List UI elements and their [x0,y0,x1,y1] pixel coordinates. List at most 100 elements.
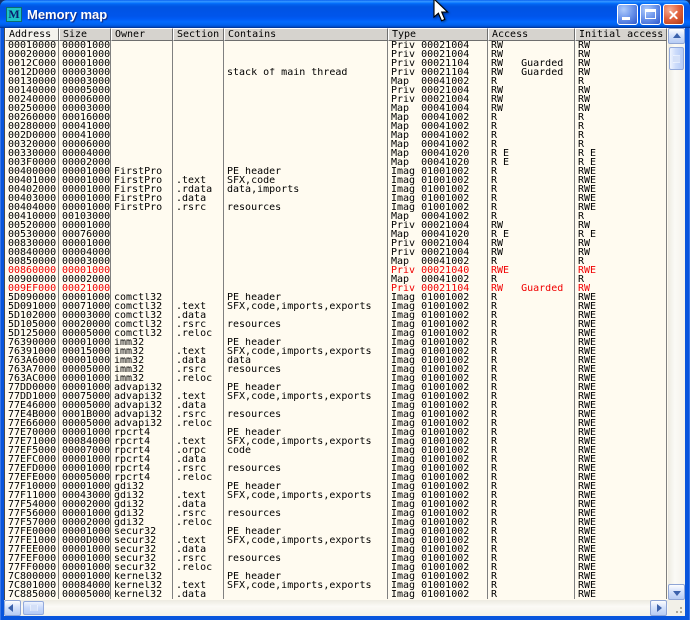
cell-section [173,59,224,68]
table-row[interactable]: 77E4B0000001B000advapi32.rsrcresourcesIm… [5,410,667,419]
table-row[interactable]: 77FE000000001000secur32PE headerImag 010… [5,527,667,536]
cell-access: R E [488,149,575,158]
titlebar[interactable]: M Memory map [0,0,690,28]
cell-access: R [488,302,575,311]
column-header-contains[interactable]: Contains [224,28,388,41]
table-row[interactable]: 77EFC00000001000rpcrt4.dataImag 01001002… [5,455,667,464]
column-header-address[interactable]: Address [5,28,59,41]
table-row[interactable]: 7639000000001000imm32PE headerImag 01001… [5,338,667,347]
table-row[interactable]: 0013000000003000Map 00041002RR [5,77,667,86]
cell-address: 77F57000 [5,518,59,527]
table-row[interactable]: 0053000000076000Map 00041020R ER E [5,230,667,239]
table-row[interactable]: 0085000000003000Map 00041002RR [5,257,667,266]
table-row[interactable]: 0032000000006000Map 00041002RR [5,140,667,149]
table-row[interactable]: 763A700000005000imm32.rsrcresourcesImag … [5,365,667,374]
table-row[interactable]: 763AC00000001000imm32.relocImag 01001002… [5,374,667,383]
table-row[interactable]: 7C80000000001000kernel32PE headerImag 01… [5,572,667,581]
table-row[interactable]: 0052000000001000Priv 00021004RWRW [5,221,667,230]
table-row[interactable]: 0028000000041000Map 00041002RR [5,122,667,131]
table-row[interactable]: 7C88500000005000kernel32.dataImag 010010… [5,590,667,599]
table-row[interactable]: 77F1000000001000gdi32PE headerImag 01001… [5,482,667,491]
table-row[interactable]: 77F1100000043000gdi32.textSFX,code,impor… [5,491,667,500]
table-row[interactable]: 0025000000003000Map 00041004RWRW [5,104,667,113]
column-header-access[interactable]: Access [488,28,575,41]
table-row[interactable]: 5D10200000003000comctl32.dataImag 010010… [5,311,667,320]
table-row[interactable]: 77E7000000001000rpcrt4PE headerImag 0100… [5,428,667,437]
table-row[interactable]: 0083000000001000Priv 00021004RWRW [5,239,667,248]
table-row[interactable]: 7C80100000084000kernel32.textSFX,code,im… [5,581,667,590]
scroll-left-button[interactable] [4,600,21,616]
column-header-section[interactable]: Section [173,28,224,41]
cell-type: Map 00041002 [388,275,488,284]
table-row[interactable]: 77FE10000000D000secur32.textSFX,code,imp… [5,536,667,545]
table-row[interactable]: 0024000000006000Priv 00021004RWRW [5,95,667,104]
cell-address: 7C885000 [5,590,59,599]
table-row[interactable]: 0041000000103000Map 00041002RR [5,212,667,221]
cell-contains: SFX,code [224,176,388,185]
cell-address: 77F54000 [5,500,59,509]
cell-address: 77E4B000 [5,410,59,419]
table-row[interactable]: 0090000000002000Map 00041002RR [5,275,667,284]
table-row[interactable]: 77DD000000001000advapi32PE headerImag 01… [5,383,667,392]
table-row[interactable]: 002D000000041000Map 00041002RR [5,131,667,140]
horizontal-scrollbar[interactable] [4,600,685,616]
horizontal-scroll-thumb[interactable] [23,601,44,615]
table-row[interactable]: 77FEE00000001000secur32.dataImag 0100100… [5,545,667,554]
table-row[interactable]: 009EF00000021000Priv 00021104RW GuardedR… [5,284,667,293]
table-row[interactable]: 003F000000002000Map 00041020R ER E [5,158,667,167]
table-row[interactable]: 5D09100000071000comctl32.textSFX,code,im… [5,302,667,311]
minimize-button[interactable] [617,4,638,25]
table-row[interactable]: 77E6600000005000advapi32.relocImag 01001… [5,419,667,428]
table-row[interactable]: 0040400000001000FirstPro.rsrcresourcesIm… [5,203,667,212]
table-row[interactable]: 77FEF00000001000secur32.rsrcresourcesIma… [5,554,667,563]
scroll-down-button[interactable] [668,584,685,600]
table-row[interactable]: 0026000000016000Map 00041002RR [5,113,667,122]
cell-contains: resources [224,554,388,563]
table-row[interactable]: 0014000000005000Priv 00021004RWRW [5,86,667,95]
vertical-scrollbar[interactable] [668,28,685,600]
table-row[interactable]: 77F5400000002000gdi32.dataImag 01001002R… [5,500,667,509]
table-row[interactable]: 0086000000001000Priv 00021040RWERWE [5,266,667,275]
close-button[interactable] [663,4,684,25]
scroll-right-button[interactable] [650,600,667,616]
table-row[interactable]: 0040300000001000FirstPro.dataImag 010010… [5,194,667,203]
column-header-size[interactable]: Size [59,28,111,41]
table-row[interactable]: 0084000000004000Priv 00021004RWRW [5,248,667,257]
cell-section: .rdata [173,185,224,194]
vertical-scroll-thumb[interactable] [669,47,684,70]
scroll-up-button[interactable] [668,28,685,44]
table-row[interactable]: 77DD100000075000advapi32.textSFX,code,im… [5,392,667,401]
cell-access: R [488,383,575,392]
table-row[interactable]: 5D12500000005000comctl32.relocImag 01001… [5,329,667,338]
cell-owner: advapi32 [111,383,173,392]
table-row[interactable]: 77F5700000002000gdi32.relocImag 01001002… [5,518,667,527]
table-row[interactable]: 0040200000001000FirstPro.rdatadata,impor… [5,185,667,194]
column-header-owner[interactable]: Owner [111,28,173,41]
table-row[interactable]: 0033000000004000Map 00041020R ER E [5,149,667,158]
table-row[interactable]: 77E7100000084000rpcrt4.textSFX,code,impo… [5,437,667,446]
table-row[interactable]: 77EF500000007000rpcrt4.orpccodeImag 0100… [5,446,667,455]
cell-contains: resources [224,464,388,473]
table-row[interactable]: 77F5600000001000gdi32.rsrcresourcesImag … [5,509,667,518]
table-row[interactable]: 5D10500000020000comctl32.rsrcresourcesIm… [5,320,667,329]
maximize-button[interactable] [640,4,661,25]
cell-section: .rsrc [173,410,224,419]
resize-grip[interactable] [668,600,685,616]
table-row[interactable]: 7639100000015000imm32.textSFX,code,impor… [5,347,667,356]
table-row[interactable]: 0040100000001000FirstPro.textSFX,codeIma… [5,176,667,185]
cell-size: 00001000 [59,338,111,347]
cell-access: R [488,464,575,473]
table-row[interactable]: 0012C00000001000Priv 00021104RW GuardedR… [5,59,667,68]
table-row[interactable]: 77FF000000001000secur32.relocImag 010010… [5,563,667,572]
table-row[interactable]: 0040000000001000FirstProPE headerImag 01… [5,167,667,176]
table-row[interactable]: 0012D00000003000stack of main threadPriv… [5,68,667,77]
table-row[interactable]: 77EFE00000005000rpcrt4.relocImag 0100100… [5,473,667,482]
table-row[interactable]: 763A600000001000imm32.datadataImag 01001… [5,356,667,365]
table-row[interactable]: 77EFD00000001000rpcrt4.rsrcresourcesImag… [5,464,667,473]
table-row[interactable]: 0002000000001000Priv 00021004RWRW [5,50,667,59]
table-row[interactable]: 5D09000000001000comctl32PE headerImag 01… [5,293,667,302]
table-row[interactable]: 77E4600000005000advapi32.dataImag 010010… [5,401,667,410]
column-header-initial-access[interactable]: Initial access [575,28,667,41]
table-row[interactable]: 0001000000001000Priv 00021004RWRW [5,41,667,50]
column-header-type[interactable]: Type [388,28,488,41]
